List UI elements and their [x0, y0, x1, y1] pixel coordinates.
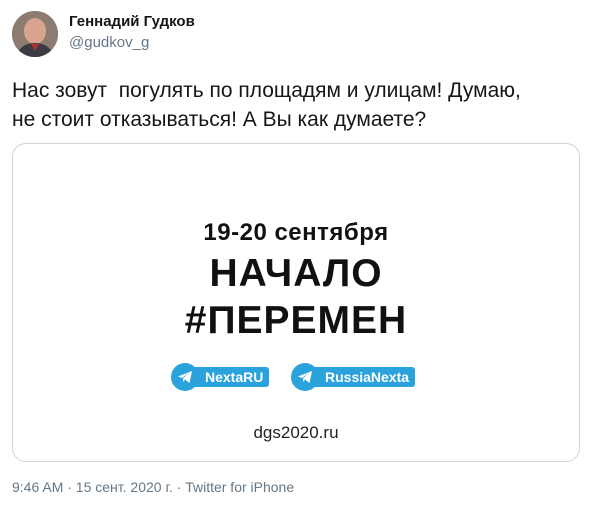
telegram-badge-russianexta: RussiaNexta: [291, 363, 416, 391]
avatar-image: [12, 11, 58, 57]
poster-headline-1: НАЧАЛО: [209, 252, 383, 295]
poster-image: 19-20 сентября НАЧАЛО #ПЕРЕМЕН NextaRU R…: [13, 144, 579, 461]
telegram-icon: [291, 363, 319, 391]
telegram-badge-nextaru: NextaRU: [171, 363, 270, 391]
author-handle[interactable]: @gudkov_g: [69, 34, 149, 51]
media-card[interactable]: 19-20 сентября НАЧАЛО #ПЕРЕМЕН NextaRU R…: [12, 143, 580, 462]
poster-site: dgs2020.ru: [253, 423, 339, 442]
avatar[interactable]: [12, 11, 58, 57]
poster-dates: 19-20 сентября: [203, 219, 389, 246]
telegram-channel-label: NextaRU: [191, 367, 270, 387]
telegram-icon: [171, 363, 199, 391]
poster-headline-2: #ПЕРЕМЕН: [184, 299, 408, 342]
tweet-timestamp[interactable]: 9:46 AM · 15 сент. 2020 г. · Twitter for…: [12, 479, 294, 495]
tweet-text: Нас зовут погулять по площадям и улицам!…: [12, 79, 521, 131]
telegram-channel-label: RussiaNexta: [311, 367, 416, 387]
author-name[interactable]: Геннадий Гудков: [69, 13, 195, 30]
